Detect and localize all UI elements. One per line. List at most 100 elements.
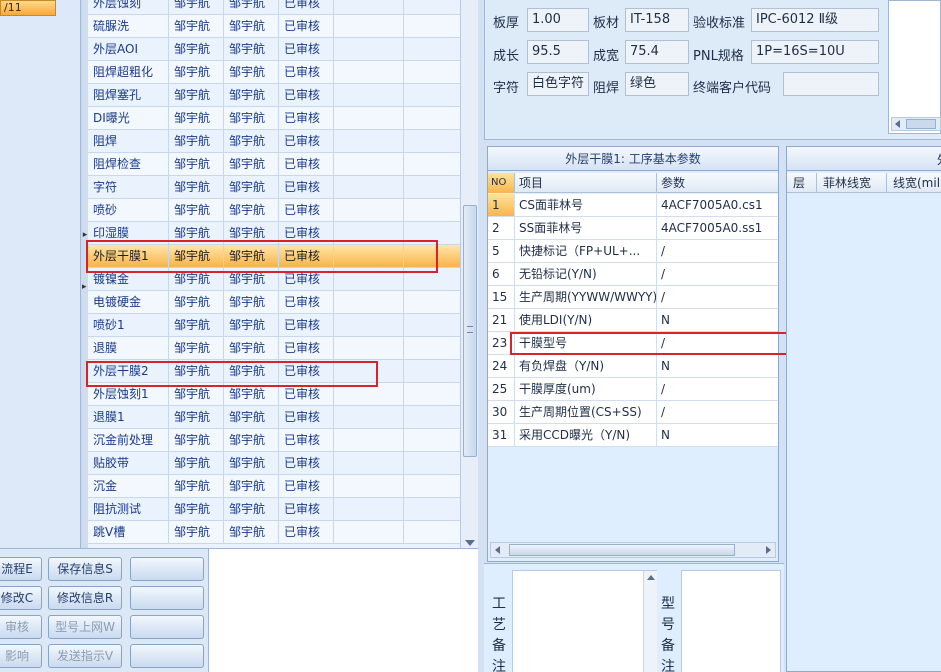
status-cell: 已审核 [279,176,334,198]
param-row[interactable]: 31 采用CCD曝光（Y/N) N [488,424,778,447]
table-row[interactable]: 外层干膜1 邹宇航 邹宇航 已审核 [88,245,460,268]
modify-button[interactable]: 修改C [0,586,42,610]
impact-button[interactable]: 影响 [0,644,42,668]
table-row[interactable]: 沉金前处理 邹宇航 邹宇航 已审核 [88,429,460,452]
pnl-spec-field[interactable]: 1P=16S=10U [751,40,879,64]
reviewer-cell: 邹宇航 [224,0,279,14]
solder-mask-field[interactable]: 绿色 [625,72,689,96]
status-cell: 已审核 [279,452,334,474]
table-row[interactable]: 喷砂1 邹宇航 邹宇航 已审核 [88,314,460,337]
info-horizontal-scrollbar[interactable] [891,117,941,131]
table-row[interactable]: 阻焊塞孔 邹宇航 邹宇航 已审核 [88,84,460,107]
process-button[interactable]: 流程E [0,557,42,581]
empty-cell [334,314,404,336]
table-row[interactable]: 阻焊 邹宇航 邹宇航 已审核 [88,130,460,153]
table-row[interactable]: 外层蚀刻 邹宇航 邹宇航 已审核 [88,0,460,15]
reviewer-cell: 邹宇航 [224,153,279,175]
param-row[interactable]: 21 使用LDI(Y/N) N [488,309,778,332]
param-row[interactable]: 15 生产周期(YYWW/WWYY) / [488,286,778,309]
empty-cell [404,452,460,474]
table-row[interactable]: 贴胶带 邹宇航 邹宇航 已审核 [88,452,460,475]
info-side-list[interactable] [888,0,941,134]
process-name-cell: 外层AOI [88,38,169,60]
table-row[interactable]: 跳V槽 邹宇航 邹宇航 已审核 [88,521,460,544]
left-splitter[interactable] [80,0,88,548]
reviewer-cell: 邹宇航 [224,268,279,290]
table-row[interactable]: 沉金 邹宇航 邹宇航 已审核 [88,475,460,498]
param-row[interactable]: 5 快捷标记（FP+UL+... / [488,240,778,263]
left-navigation-list[interactable] [0,0,82,548]
scroll-down-arrow-icon[interactable] [465,540,475,546]
param-no-cell: 6 [488,263,515,285]
scroll-right-arrow-icon[interactable] [766,546,771,554]
thickness-field[interactable]: 1.00 [527,8,589,32]
scroll-up-arrow-icon[interactable] [647,575,655,580]
params-horizontal-scrollbar[interactable] [490,542,776,558]
empty-cell [404,475,460,497]
blank-button-3[interactable] [130,615,204,639]
acceptance-standard-field[interactable]: IPC-6012 Ⅱ级 [751,8,879,32]
table-row[interactable]: 外层干膜2 邹宇航 邹宇航 已审核 [88,360,460,383]
blank-button-1[interactable] [130,557,204,581]
designer-cell: 邹宇航 [169,38,224,60]
table-row[interactable]: 外层AOI 邹宇航 邹宇航 已审核 [88,38,460,61]
table-row[interactable]: 外层蚀刻1 邹宇航 邹宇航 已审核 [88,383,460,406]
info-scroll-thumb[interactable] [906,119,936,129]
table-row[interactable]: 喷砂 邹宇航 邹宇航 已审核 [88,199,460,222]
param-row[interactable]: 24 有负焊盘（Y/N) N [488,355,778,378]
params-scroll-thumb[interactable] [509,544,735,556]
character-field[interactable]: 白色字符 [527,72,589,96]
status-cell: 已审核 [279,498,334,520]
param-row[interactable]: 23 干膜型号 / [488,332,778,355]
table-row[interactable]: 退膜 邹宇航 邹宇航 已审核 [88,337,460,360]
process-name-cell: 喷砂1 [88,314,169,336]
board-info-panel: 板厚 1.00 板材 IT-158 验收标准 IPC-6012 Ⅱ级 成长 95… [484,0,941,140]
width-field[interactable]: 75.4 [625,40,689,64]
table-row[interactable]: 阻焊检查 邹宇航 邹宇航 已审核 [88,153,460,176]
length-field[interactable]: 95.5 [527,40,589,64]
empty-cell [404,61,460,83]
grip-icon [467,326,473,333]
table-row[interactable]: 印湿膜 邹宇航 邹宇航 已审核 [88,222,460,245]
blank-button-4[interactable] [130,644,204,668]
table-row[interactable]: 硫脲洗 邹宇航 邹宇航 已审核 [88,15,460,38]
param-row[interactable]: 2 SS面菲林号 4ACF7005A0.ss1 [488,217,778,240]
grid-vertical-scrollbar[interactable] [460,0,478,548]
table-row[interactable]: 阻抗测试 邹宇航 邹宇航 已审核 [88,498,460,521]
table-row[interactable]: 镀镍金 邹宇航 邹宇航 已审核 [88,268,460,291]
empty-cell [334,0,404,14]
model-online-button[interactable]: 型号上网W [48,615,122,639]
blank-button-2[interactable] [130,586,204,610]
param-row[interactable]: 25 干膜厚度(um) / [488,378,778,401]
process-remark-textarea[interactable] [512,570,657,672]
reviewer-cell: 邹宇航 [224,337,279,359]
table-row[interactable]: 阻焊超粗化 邹宇航 邹宇航 已审核 [88,61,460,84]
reviewer-cell: 邹宇航 [224,314,279,336]
empty-cell [334,337,404,359]
param-row[interactable]: 1 CS面菲林号 4ACF7005A0.cs1 [488,194,778,217]
table-row[interactable]: DI曝光 邹宇航 邹宇航 已审核 [88,107,460,130]
table-row[interactable]: 字符 邹宇航 邹宇航 已审核 [88,176,460,199]
approve-button[interactable]: 审核 [0,615,42,639]
blank-white-area [208,548,478,672]
process-name-cell: 镀镍金 [88,268,169,290]
left-selected-item[interactable]: /11 [0,0,56,16]
empty-cell [404,199,460,221]
table-row[interactable]: 电镀硬金 邹宇航 邹宇航 已审核 [88,291,460,314]
param-row[interactable]: 6 无铅标记(Y/N) / [488,263,778,286]
modify-info-button[interactable]: 修改信息R [48,586,122,610]
param-value-cell: / [661,336,666,350]
param-row[interactable]: 30 生产周期位置(CS+SS) / [488,401,778,424]
customer-code-field[interactable] [783,72,879,96]
param-no-cell: 24 [488,355,515,377]
reviewer-cell: 邹宇航 [224,107,279,129]
save-info-button[interactable]: 保存信息S [48,557,122,581]
empty-cell [404,429,460,451]
table-row[interactable]: 退膜1 邹宇航 邹宇航 已审核 [88,406,460,429]
scroll-left-arrow-icon[interactable] [495,546,500,554]
model-remark-textarea[interactable] [681,570,781,672]
remark-vertical-scrollbar[interactable] [643,571,657,672]
scroll-left-arrow-icon[interactable] [895,120,900,128]
material-field[interactable]: IT-158 [625,8,689,32]
send-instruction-button[interactable]: 发送指示V [48,644,122,668]
